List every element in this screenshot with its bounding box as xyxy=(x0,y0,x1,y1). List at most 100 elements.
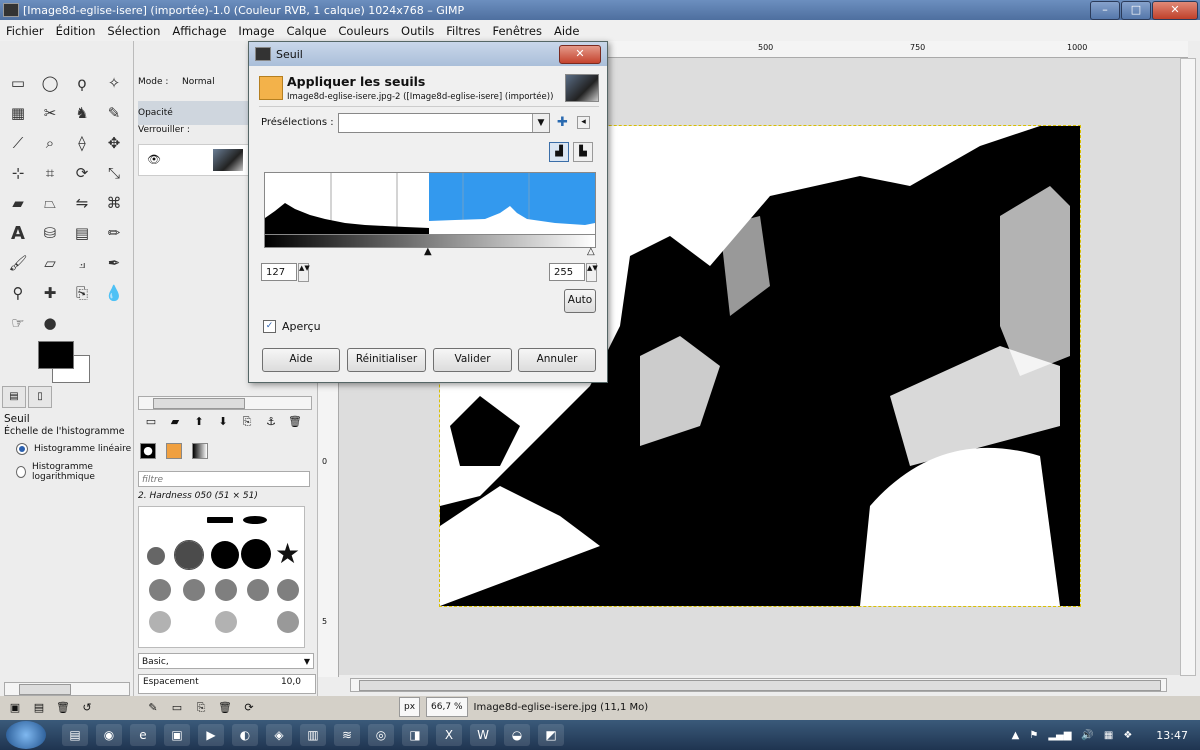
tool-options-tab[interactable]: ▤ xyxy=(2,386,26,408)
color-select-icon[interactable]: ▦ xyxy=(7,102,29,124)
perspective-clone-icon[interactable]: ⎘ xyxy=(71,282,93,304)
new-layer-icon[interactable]: ▭ xyxy=(144,415,158,429)
spacing-slider[interactable]: Espacement 10,0 xyxy=(138,674,316,694)
minimize-button[interactable]: – xyxy=(1090,1,1120,20)
blend-icon[interactable]: ▤ xyxy=(71,222,93,244)
device-status-tab[interactable]: ▯ xyxy=(28,386,52,408)
tray-sync-icon[interactable]: ❖ xyxy=(1123,730,1132,741)
dodge-burn-icon[interactable]: ● xyxy=(39,312,61,334)
pencil-icon[interactable]: ✏ xyxy=(103,222,125,244)
radio-linear[interactable]: Histogramme linéaire xyxy=(16,443,131,455)
unit-dropdown[interactable]: px xyxy=(399,697,421,717)
blur-icon[interactable]: 💧 xyxy=(103,282,125,304)
text-icon[interactable]: A xyxy=(7,222,29,244)
histogram[interactable] xyxy=(264,172,596,236)
opacity-slider[interactable]: Opacité xyxy=(138,101,248,125)
high-spin-arrows[interactable]: ▲▼ xyxy=(586,263,598,282)
duplicate-layer-icon[interactable]: ⎘ xyxy=(240,415,254,429)
clock[interactable]: 13:47 xyxy=(1156,729,1188,742)
toolbox-scrollbar[interactable] xyxy=(4,682,130,696)
app-icon-1[interactable]: ▣ xyxy=(164,724,190,746)
close-button[interactable]: ✕ xyxy=(1152,1,1198,20)
app-icon-7[interactable]: ◩ xyxy=(538,724,564,746)
smudge-icon[interactable]: ☞ xyxy=(7,312,29,334)
menu-fichier[interactable]: Fichier xyxy=(6,24,44,38)
clone-icon[interactable]: ⚲ xyxy=(7,282,29,304)
gradient-tab-icon[interactable] xyxy=(192,443,208,459)
app-icon-3[interactable]: ◈ xyxy=(266,724,292,746)
menu-selection[interactable]: Sélection xyxy=(107,24,160,38)
flip-icon[interactable]: ⇋ xyxy=(71,192,93,214)
perspective-icon[interactable]: ⏢ xyxy=(39,192,61,214)
save-options-icon[interactable]: ▣ xyxy=(8,701,22,715)
color-picker-icon[interactable]: ⟋ xyxy=(7,132,29,154)
delete-brush-icon[interactable]: 🗑 xyxy=(218,701,232,715)
flag-icon[interactable]: ⚑ xyxy=(1029,730,1038,741)
foreground-select-icon[interactable]: ♞ xyxy=(71,102,93,124)
align-icon[interactable]: ⊹ xyxy=(7,162,29,184)
layers-scrollbar[interactable] xyxy=(138,396,312,410)
brush-preset-dropdown[interactable]: Basic, xyxy=(138,653,314,670)
maximize-button[interactable]: □ xyxy=(1121,1,1151,20)
airbrush-icon[interactable]: ⟓ xyxy=(71,252,93,274)
add-preset-icon[interactable]: ✚ xyxy=(557,115,568,130)
ellipse-select-icon[interactable]: ◯ xyxy=(39,72,61,94)
anchor-icon[interactable]: ⚓ xyxy=(264,415,278,429)
preview-checkbox[interactable]: ✓ Aperçu xyxy=(263,320,321,333)
paths-icon[interactable]: ✎ xyxy=(103,102,125,124)
menu-image[interactable]: Image xyxy=(238,24,274,38)
restore-options-icon[interactable]: ▤ xyxy=(32,701,46,715)
zoom-dropdown[interactable]: 66,7 % xyxy=(426,697,468,717)
menu-outils[interactable]: Outils xyxy=(401,24,434,38)
cancel-button[interactable]: Annuler xyxy=(518,348,596,372)
firefox-icon[interactable]: ◉ xyxy=(96,724,122,746)
measure-icon[interactable]: ⟠ xyxy=(71,132,93,154)
tray-app-icon[interactable]: ▦ xyxy=(1104,730,1113,741)
shear-icon[interactable]: ▰ xyxy=(7,192,29,214)
menu-couleurs[interactable]: Couleurs xyxy=(338,24,389,38)
delete-options-icon[interactable]: 🗑 xyxy=(56,701,70,715)
edit-brush-icon[interactable]: ✎ xyxy=(146,701,160,715)
app-icon-4[interactable]: ▥ xyxy=(300,724,326,746)
bucket-fill-icon[interactable]: ⛁ xyxy=(39,222,61,244)
lasso-icon[interactable]: ϙ xyxy=(71,72,93,94)
mode-value[interactable]: Normal xyxy=(182,77,215,87)
eye-icon[interactable]: 👁 xyxy=(147,153,161,166)
eraser-icon[interactable]: ▱ xyxy=(39,252,61,274)
ok-button[interactable]: Valider xyxy=(433,348,512,372)
explorer-icon[interactable]: ▤ xyxy=(62,724,88,746)
app-icon-5[interactable]: ≋ xyxy=(334,724,360,746)
brush-grid[interactable]: ★ xyxy=(138,506,305,648)
zoom-icon[interactable]: ⌕ xyxy=(39,132,61,154)
brush-tab-icon[interactable]: ● xyxy=(140,443,156,459)
reset-button[interactable]: Réinitialiser xyxy=(347,348,426,372)
heal-icon[interactable]: ✚ xyxy=(39,282,61,304)
scissors-icon[interactable]: ✂ xyxy=(39,102,61,124)
high-threshold-input[interactable]: 255 xyxy=(549,263,585,281)
refresh-brush-icon[interactable]: ⟳ xyxy=(242,701,256,715)
help-button[interactable]: Aide xyxy=(262,348,340,372)
start-button[interactable] xyxy=(6,721,46,749)
paintbrush-icon[interactable]: 🖌 xyxy=(7,252,29,274)
word-icon[interactable]: W xyxy=(470,724,496,746)
network-icon[interactable]: ▂▄▆ xyxy=(1048,730,1071,741)
ink-icon[interactable]: ✒ xyxy=(103,252,125,274)
rotate-icon[interactable]: ⟳ xyxy=(71,162,93,184)
checkbox-icon[interactable]: ✓ xyxy=(263,320,276,333)
low-threshold-input[interactable]: 127 xyxy=(261,263,297,281)
canvas-vscrollbar[interactable] xyxy=(1180,58,1196,676)
menu-calque[interactable]: Calque xyxy=(286,24,326,38)
menu-fenetres[interactable]: Fenêtres xyxy=(493,24,542,38)
menu-aide[interactable]: Aide xyxy=(554,24,579,38)
presets-dropdown[interactable]: ▼ xyxy=(338,113,550,133)
rect-select-icon[interactable]: ▭ xyxy=(7,72,29,94)
foreground-color[interactable] xyxy=(38,341,74,369)
auto-button[interactable]: Auto xyxy=(564,289,596,313)
chevron-down-icon[interactable]: ▼ xyxy=(532,114,549,132)
pattern-tab-icon[interactable] xyxy=(166,443,182,459)
menu-edition[interactable]: Édition xyxy=(56,24,96,38)
fg-bg-colors[interactable] xyxy=(38,341,90,383)
low-spin-arrows[interactable]: ▲▼ xyxy=(298,263,310,282)
volume-icon[interactable]: 🔊 xyxy=(1081,730,1093,741)
fuzzy-select-icon[interactable]: ✧ xyxy=(103,72,125,94)
